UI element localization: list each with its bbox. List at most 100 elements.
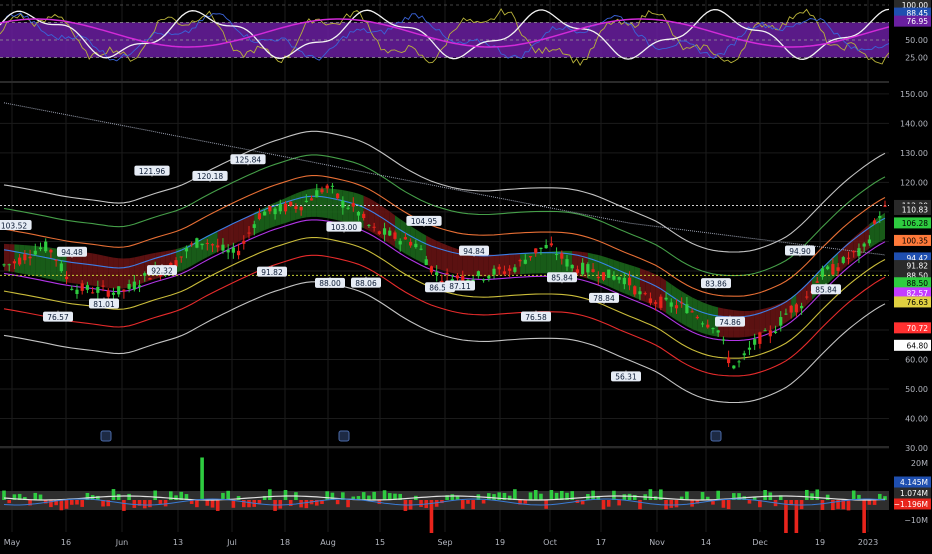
volume-bar-down[interactable] <box>669 500 674 508</box>
candle-bearish[interactable] <box>648 298 653 303</box>
candle-bullish[interactable] <box>226 249 230 253</box>
volume-bar-up[interactable] <box>325 491 330 500</box>
volume-bar-up[interactable] <box>627 493 632 500</box>
candle-bearish[interactable] <box>768 330 772 337</box>
volume-bar-up[interactable] <box>763 490 767 500</box>
candle-bearish[interactable] <box>101 285 105 287</box>
candle-bullish[interactable] <box>221 244 225 251</box>
candle-bearish[interactable] <box>455 275 460 279</box>
price-axis[interactable]: 100.0050.0025.00100.0088.4576.95150.0014… <box>889 0 932 532</box>
volume-bar-up[interactable] <box>622 494 627 500</box>
candle-bullish[interactable] <box>544 244 548 249</box>
candle-bullish[interactable] <box>231 247 235 253</box>
candle-bearish[interactable] <box>190 243 194 245</box>
volume-bar-down[interactable] <box>163 500 168 507</box>
candle-bullish[interactable] <box>878 215 882 218</box>
candle-bearish[interactable] <box>883 205 887 207</box>
candle-bullish[interactable] <box>607 269 611 278</box>
candle-bearish[interactable] <box>461 275 465 282</box>
candle-bullish[interactable] <box>586 264 590 273</box>
candle-bearish[interactable] <box>794 304 798 313</box>
candle-bullish[interactable] <box>315 190 319 198</box>
candle-bearish[interactable] <box>122 289 126 292</box>
volume-bar-down[interactable] <box>335 500 340 505</box>
candle-bearish[interactable] <box>654 302 658 304</box>
volume-bar-up[interactable] <box>372 491 376 500</box>
volume-bar-up[interactable] <box>533 490 538 500</box>
earnings-icon[interactable] <box>100 430 112 442</box>
volume-bar-down[interactable] <box>820 500 825 510</box>
candle-bullish[interactable] <box>132 281 136 290</box>
volume-bar-down[interactable] <box>617 500 621 506</box>
candle-bullish[interactable] <box>96 286 100 293</box>
candle-bearish[interactable] <box>659 296 663 308</box>
volume-bar-up[interactable] <box>716 490 720 500</box>
candle-bullish[interactable] <box>617 277 621 280</box>
candle-bearish[interactable] <box>54 259 58 261</box>
candle-bullish[interactable] <box>195 238 199 248</box>
candle-bearish[interactable] <box>106 290 110 297</box>
volume-bar-down[interactable] <box>481 500 486 504</box>
candle-bullish[interactable] <box>539 247 543 250</box>
volume-bar-down[interactable] <box>674 500 679 508</box>
candle-bearish[interactable] <box>680 302 684 304</box>
candle-bullish[interactable] <box>685 304 689 314</box>
candle-bullish[interactable] <box>184 247 189 252</box>
candle-bullish[interactable] <box>857 248 861 256</box>
candle-bullish[interactable] <box>476 271 480 277</box>
volume-bar-up[interactable] <box>815 489 820 500</box>
volume-bar-up[interactable] <box>612 490 616 500</box>
volume-bar-down[interactable] <box>69 500 74 505</box>
candle-bullish[interactable] <box>711 328 715 330</box>
candle-bullish[interactable] <box>367 224 371 226</box>
volume-bar-down[interactable] <box>601 500 606 510</box>
volume-bar-up[interactable] <box>851 490 856 500</box>
candle-bullish[interactable] <box>565 259 569 267</box>
candle-bearish[interactable] <box>289 201 293 206</box>
candle-bullish[interactable] <box>638 291 642 295</box>
candle-bearish[interactable] <box>758 332 762 344</box>
candle-bullish[interactable] <box>38 247 43 250</box>
candle-bullish[interactable] <box>330 185 335 187</box>
candle-bearish[interactable] <box>534 248 538 254</box>
candle-bearish[interactable] <box>80 283 84 291</box>
candle-bullish[interactable] <box>622 277 626 285</box>
candle-bullish[interactable] <box>304 200 308 202</box>
volume-bar-up[interactable] <box>632 494 637 500</box>
candle-bearish[interactable] <box>831 264 835 275</box>
volume-bar-up[interactable] <box>528 492 533 500</box>
candle-bearish[interactable] <box>633 286 637 295</box>
candle-bearish[interactable] <box>805 296 809 298</box>
volume-bar-down[interactable] <box>205 500 210 506</box>
candle-bullish[interactable] <box>111 292 116 295</box>
candle-bullish[interactable] <box>721 339 725 341</box>
candle-bullish[interactable] <box>2 264 6 266</box>
candle-bullish[interactable] <box>414 243 418 248</box>
volume-bar-down[interactable] <box>523 500 528 504</box>
candle-bearish[interactable] <box>309 198 314 201</box>
candle-bullish[interactable] <box>612 275 616 280</box>
volume-bar-down[interactable] <box>210 500 215 508</box>
volume-bar-up[interactable] <box>268 489 272 500</box>
time-axis[interactable]: May 16 Jun 13 Jul 18 Aug 15 Sep 19 Oct 17 Nov 14 Dec 19… <box>0 533 932 550</box>
volume-bar-down[interactable] <box>471 500 475 510</box>
candle-bullish[interactable] <box>419 248 423 250</box>
stock-chart[interactable]: 103.52 76.57 94.48 81.01 121.96 92.32 120.18 12… <box>0 0 932 554</box>
volume-bar-down[interactable] <box>231 500 236 508</box>
volume-bar-up[interactable] <box>648 489 653 500</box>
volume-bar-up[interactable] <box>450 494 455 500</box>
candle-bearish[interactable] <box>320 189 324 193</box>
candle-bearish[interactable] <box>210 244 215 246</box>
candle-bearish[interactable] <box>518 260 522 262</box>
candle-bearish[interactable] <box>236 250 241 256</box>
candle-bullish[interactable] <box>867 239 871 244</box>
candle-bearish[interactable] <box>497 266 501 270</box>
volume-bar-up[interactable] <box>174 495 178 500</box>
candle-bearish[interactable] <box>283 203 288 212</box>
candle-bearish[interactable] <box>205 243 209 245</box>
volume-bar-up[interactable] <box>127 493 131 500</box>
candle-bullish[interactable] <box>826 266 830 270</box>
volume-bar-up[interactable] <box>700 492 705 500</box>
candle-bearish[interactable] <box>601 272 606 280</box>
volume-bar-down[interactable] <box>466 500 470 504</box>
